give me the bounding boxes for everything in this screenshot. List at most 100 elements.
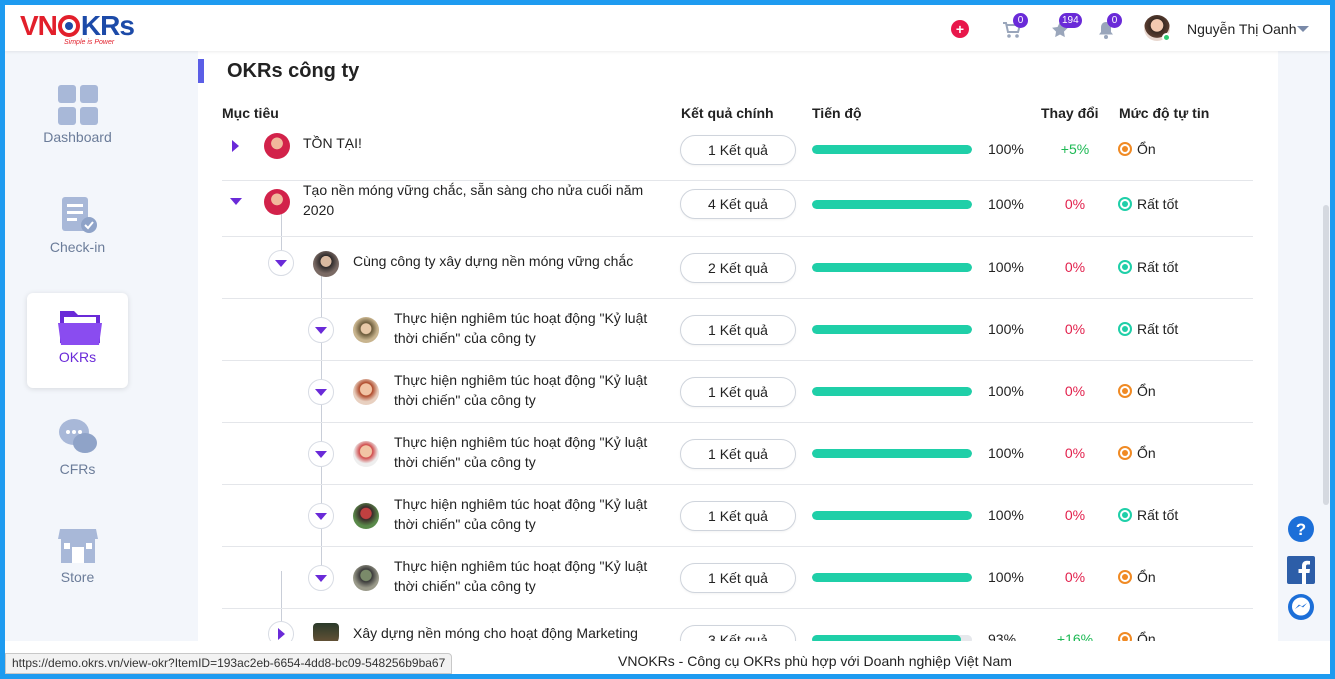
- sidebar-item-label: Check-in: [49, 239, 106, 255]
- objective-text[interactable]: Cùng công ty xây dựng nền móng vững chắc: [353, 251, 653, 271]
- sidebar-item-checkin[interactable]: Check-in: [27, 183, 128, 278]
- collapse-icon[interactable]: [230, 198, 242, 205]
- okr-row[interactable]: Tạo nền móng vững chắc, sẵn sàng cho nửa…: [222, 175, 1253, 237]
- expand-toggle[interactable]: [268, 621, 294, 641]
- key-results-button[interactable]: 1 Kết quả: [680, 501, 796, 531]
- confidence-label: Ổn: [1137, 383, 1156, 399]
- change-value: 0%: [1064, 507, 1086, 523]
- objective-text[interactable]: Thực hiện nghiêm túc hoạt động "Kỷ luật …: [394, 370, 664, 410]
- confidence: Rất tốt: [1118, 507, 1178, 523]
- okr-row[interactable]: TỒN TẠI! 1 Kết quả 100% +5% Ổn: [222, 119, 1253, 181]
- chevron-down-icon[interactable]: [1297, 26, 1309, 32]
- sidebar-item-okrs[interactable]: OKRs: [27, 293, 128, 388]
- avatar: [353, 565, 379, 591]
- avatar: [313, 623, 339, 641]
- avatar: [353, 379, 379, 405]
- confidence-label: Rất tốt: [1137, 507, 1179, 523]
- collapse-toggle[interactable]: [308, 379, 334, 405]
- avatar: [353, 317, 379, 343]
- cart-icon[interactable]: 0: [1001, 13, 1028, 41]
- confidence: Rất tốt: [1118, 196, 1178, 212]
- user-name[interactable]: Nguyễn Thị Oanh: [1187, 21, 1296, 37]
- progress-bar: [812, 511, 972, 520]
- expand-icon[interactable]: [232, 140, 239, 152]
- chevron-right-icon: [277, 628, 285, 640]
- key-results-button[interactable]: 1 Kết quả: [680, 563, 796, 593]
- sidebar-item-label: Store: [60, 569, 95, 585]
- progress-percent: 100%: [988, 321, 1024, 337]
- facebook-icon[interactable]: [1287, 556, 1315, 584]
- key-results-button[interactable]: 1 Kết quả: [680, 377, 796, 407]
- confidence-label: Ổn: [1137, 445, 1156, 461]
- sidebar-item-cfrs[interactable]: CFRs: [27, 405, 128, 500]
- okr-row[interactable]: Cùng công ty xây dựng nền móng vững chắc…: [222, 237, 1253, 299]
- star-icon[interactable]: 194: [1049, 13, 1082, 41]
- chevron-down-icon: [315, 388, 327, 396]
- change-value: 0%: [1064, 569, 1086, 585]
- key-results-button[interactable]: 1 Kết quả: [680, 315, 796, 345]
- progress-bar: [812, 449, 972, 458]
- messenger-icon[interactable]: [1287, 593, 1315, 621]
- confidence-label: Ổn: [1137, 569, 1156, 585]
- progress-percent: 100%: [988, 569, 1024, 585]
- confidence-ok-icon: [1118, 570, 1132, 584]
- collapse-toggle[interactable]: [308, 317, 334, 343]
- chevron-down-icon: [315, 574, 327, 582]
- online-status-dot: [1162, 33, 1171, 42]
- logo-tagline: Simple is Power: [64, 39, 115, 46]
- confidence-label: Ổn: [1137, 631, 1156, 641]
- sidebar: Dashboard Check-in OKRs CFRs Store: [5, 51, 150, 674]
- collapse-toggle[interactable]: [308, 503, 334, 529]
- okr-row[interactable]: Thực hiện nghiêm túc hoạt động "Kỷ luật …: [222, 485, 1253, 547]
- collapse-toggle[interactable]: [308, 441, 334, 467]
- app-window: VN KRs Simple is Power + 0 194 0 Nguyễn T…: [5, 5, 1330, 674]
- objective-text[interactable]: TỒN TẠI!: [303, 133, 663, 153]
- footer-text: VNOKRs - Công cụ OKRs phù hợp với Doanh …: [618, 653, 1012, 669]
- add-icon[interactable]: +: [951, 20, 969, 38]
- bell-icon[interactable]: 0: [1095, 13, 1122, 41]
- okr-row[interactable]: Thực hiện nghiêm túc hoạt động "Kỷ luật …: [222, 299, 1253, 361]
- confidence: Ổn: [1118, 631, 1156, 641]
- confidence: Rất tốt: [1118, 321, 1178, 337]
- objective-text[interactable]: Thực hiện nghiêm túc hoạt động "Kỷ luật …: [394, 432, 664, 472]
- logo-target-icon: [57, 15, 80, 37]
- confidence-great-icon: [1118, 508, 1132, 522]
- key-results-button[interactable]: 1 Kết quả: [680, 135, 796, 165]
- collapse-toggle[interactable]: [308, 565, 334, 591]
- confidence: Ổn: [1118, 569, 1156, 585]
- key-results-button[interactable]: 3 Kết quả: [680, 625, 796, 641]
- progress-fill: [812, 325, 972, 334]
- progress-percent: 100%: [988, 259, 1024, 275]
- objective-text[interactable]: Thực hiện nghiêm túc hoạt động "Kỷ luật …: [394, 494, 664, 534]
- vnokrs-logo[interactable]: VN KRs Simple is Power: [20, 10, 135, 47]
- scrollbar-thumb[interactable]: [1323, 205, 1329, 505]
- okr-row[interactable]: Thực hiện nghiêm túc hoạt động "Kỷ luật …: [222, 423, 1253, 485]
- sidebar-item-dashboard[interactable]: Dashboard: [27, 73, 128, 168]
- confidence-great-icon: [1118, 197, 1132, 211]
- confidence-label: Rất tốt: [1137, 259, 1179, 275]
- okr-row[interactable]: Xây dựng nền móng cho hoạt động Marketin…: [222, 609, 1253, 641]
- change-value: 0%: [1064, 259, 1086, 275]
- progress-fill: [812, 573, 972, 582]
- logo-vn-text: VN: [20, 10, 58, 41]
- change-value: 0%: [1064, 445, 1086, 461]
- objective-text[interactable]: Thực hiện nghiêm túc hoạt động "Kỷ luật …: [394, 556, 664, 596]
- objective-text[interactable]: Tạo nền móng vững chắc, sẵn sàng cho nửa…: [303, 180, 663, 220]
- help-icon[interactable]: ?: [1287, 515, 1315, 543]
- collapse-toggle[interactable]: [268, 250, 294, 276]
- confidence-label: Rất tốt: [1137, 321, 1179, 337]
- chevron-down-icon: [315, 512, 327, 520]
- okr-row[interactable]: Thực hiện nghiêm túc hoạt động "Kỷ luật …: [222, 547, 1253, 609]
- okr-row[interactable]: Thực hiện nghiêm túc hoạt động "Kỷ luật …: [222, 361, 1253, 423]
- progress-bar: [812, 573, 972, 582]
- objective-text[interactable]: Thực hiện nghiêm túc hoạt động "Kỷ luật …: [394, 308, 664, 348]
- key-results-button[interactable]: 4 Kết quả: [680, 189, 796, 219]
- objective-text[interactable]: Xây dựng nền móng cho hoạt động Marketin…: [353, 623, 653, 641]
- progress-fill: [812, 387, 972, 396]
- key-results-button[interactable]: 2 Kết quả: [680, 253, 796, 283]
- progress-bar: [812, 263, 972, 272]
- sidebar-item-store[interactable]: Store: [27, 513, 128, 608]
- key-results-button[interactable]: 1 Kết quả: [680, 439, 796, 469]
- chat-icon: [58, 417, 98, 457]
- progress-percent: 100%: [988, 196, 1024, 212]
